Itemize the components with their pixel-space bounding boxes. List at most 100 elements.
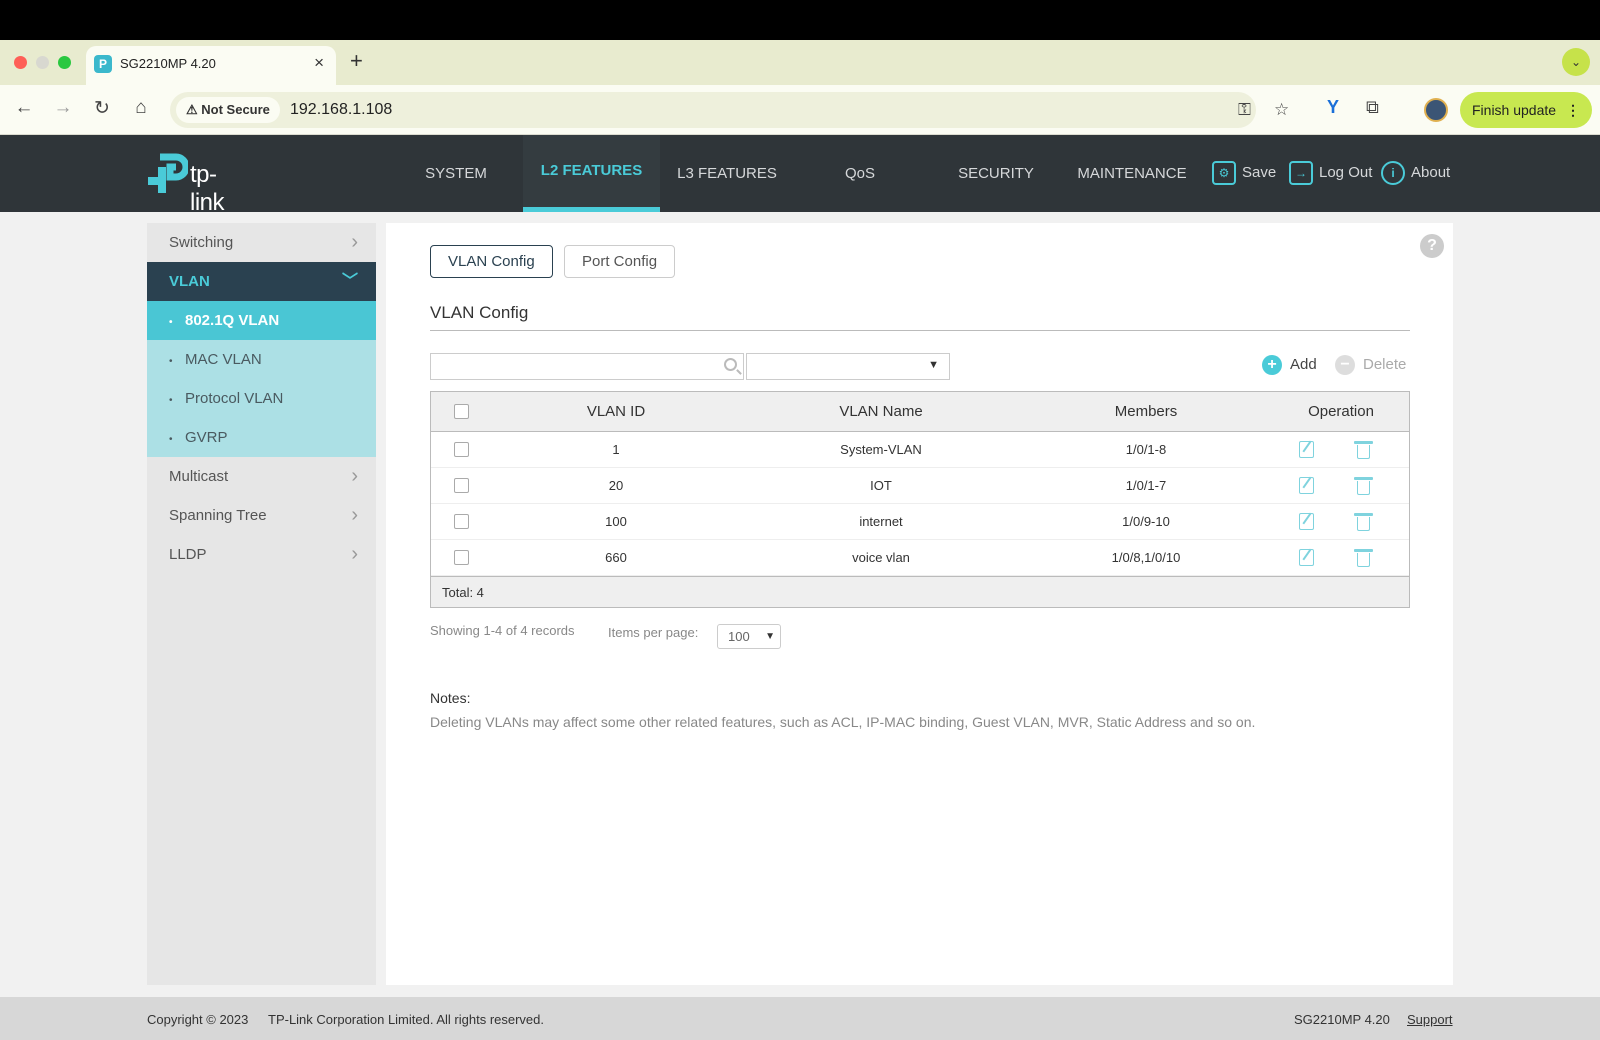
filter-select[interactable]: ▼ [746,353,950,380]
nav-maintenance[interactable]: MAINTENANCE [1073,135,1191,212]
add-label: Add [1290,356,1317,373]
table-total: Total: 4 [431,576,1409,607]
sidebar-item-label: LLDP [169,546,207,563]
star-icon[interactable]: ☆ [1274,100,1289,120]
section-title: VLAN Config [430,303,529,322]
row-checkbox[interactable] [453,514,469,529]
nav-l2-features[interactable]: L2 FEATURES [523,135,660,212]
address-bar[interactable]: ⚠ Not Secure 192.168.1.108 ⚿ ☆ [170,92,1289,128]
puzzle-icon[interactable]: ⧉ [1366,97,1379,118]
about-button[interactable]: i About [1381,159,1450,187]
trash-icon[interactable] [1353,440,1373,459]
vlan-id-cell: 100 [605,514,627,529]
sidebar-item-protocol-vlan[interactable]: • Protocol VLAN [147,379,376,418]
delete-label: Delete [1363,356,1407,373]
header-members[interactable]: Members [1021,392,1271,431]
tab-port-config[interactable]: Port Config [564,245,676,278]
select-all-checkbox[interactable] [453,404,469,419]
trash-icon[interactable] [1353,548,1373,567]
sidebar-item-multicast[interactable]: Multicast › [147,457,376,496]
row-checkbox[interactable] [453,478,469,493]
help-icon[interactable]: ? [1420,234,1444,258]
vlan-id-cell: 20 [608,478,624,493]
items-per-page-label: Items per page: [608,625,699,640]
browser-toolbar: ← → ↻ ⌂ ⚠ Not Secure 192.168.1.108 ⚿ ☆ Y… [0,85,1600,135]
plus-icon: + [1262,355,1282,376]
sidebar-subitem-label: MAC VLAN [185,351,262,368]
add-button[interactable]: + Add [1262,353,1317,377]
tab-title: SG2210MP 4.20 [120,56,216,71]
checkbox-cell [431,468,491,503]
bullet-icon: • [169,434,173,445]
close-window-button[interactable] [14,56,27,69]
edit-cell [1286,468,1326,503]
browser-tab[interactable]: P SG2210MP 4.20 × [86,46,336,85]
tab-search-chevron-icon[interactable]: ⌄ [1562,48,1590,76]
table-row: 20 IOT 1/0/1-7 [431,468,1409,504]
extension-y-icon[interactable]: Y [1327,97,1339,118]
logout-button[interactable]: → Log Out [1289,159,1372,187]
new-tab-icon[interactable]: + [350,48,363,74]
main-content: ? VLAN Config Port Config VLAN Config ▼ … [386,223,1453,985]
table-row: 660 voice vlan 1/0/8,1/0/10 [431,540,1409,576]
menu-dots-icon[interactable]: ⋮ [1566,92,1580,128]
search-icon[interactable] [724,358,737,371]
support-link[interactable]: Support [1407,1012,1453,1027]
trash-icon[interactable] [1353,476,1373,495]
items-per-page-value: 100 [728,629,750,644]
edit-icon[interactable] [1298,477,1314,494]
records-summary: Showing 1-4 of 4 records [430,623,575,638]
sidebar-item-label: Switching [169,234,234,251]
edit-icon[interactable] [1298,441,1314,458]
url-text[interactable]: 192.168.1.108 [290,101,392,119]
search-input[interactable] [430,353,744,380]
header-vlan-name[interactable]: VLAN Name [741,392,1021,431]
security-chip[interactable]: ⚠ Not Secure [176,97,280,123]
model-text: SG2210MP 4.20 [1294,1012,1390,1027]
back-icon[interactable]: ← [11,97,37,119]
nav-security[interactable]: SECURITY [946,135,1046,212]
row-checkbox[interactable] [453,550,469,565]
sidebar-item-spanning-tree[interactable]: Spanning Tree › [147,496,376,535]
sidebar-item-switching[interactable]: Switching › [147,223,376,262]
nav-qos[interactable]: QoS [830,135,890,212]
row-checkbox[interactable] [453,442,469,457]
notes-body: Deleting VLANs may affect some other rel… [430,714,1256,730]
edit-icon[interactable] [1298,513,1314,530]
tab-vlan-config[interactable]: VLAN Config [430,245,553,278]
chevron-right-icon: › [351,543,358,565]
items-per-page-select[interactable]: 100 ▼ [717,624,781,649]
header-operation: Operation [1308,403,1374,420]
sidebar-item-mac-vlan[interactable]: • MAC VLAN [147,340,376,379]
security-label: Not Secure [201,102,270,117]
bullet-icon: • [169,395,173,406]
minimize-window-button[interactable] [36,56,49,69]
sidebar: Switching › VLAN ﹀ • 802.1Q VLAN • MAC VLA… [147,223,376,985]
trash-icon[interactable] [1353,512,1373,531]
save-button[interactable]: ⚙ Save [1212,159,1276,187]
maximize-window-button[interactable] [58,56,71,69]
edit-icon[interactable] [1298,549,1314,566]
sidebar-subitem-label: GVRP [185,429,228,446]
forward-icon[interactable]: → [50,97,76,119]
avatar[interactable] [1424,98,1448,122]
reload-icon[interactable]: ↻ [89,97,115,120]
sidebar-item-802-1q-vlan[interactable]: • 802.1Q VLAN [147,301,376,340]
minus-icon: − [1335,355,1355,376]
company-text: TP-Link Corporation Limited. All rights … [268,1012,545,1027]
key-icon[interactable]: ⚿ [1238,100,1251,120]
nav-system[interactable]: SYSTEM [408,135,504,212]
vlan-name-cell: voice vlan [852,550,910,565]
sidebar-item-gvrp[interactable]: • GVRP [147,418,376,457]
tp-link-logo-mark [148,153,188,193]
tab-close-icon[interactable]: × [314,53,324,73]
vlan-name-cell: internet [859,514,903,529]
finish-update-button[interactable]: Finish update ⋮ [1460,92,1592,128]
sidebar-item-lldp[interactable]: LLDP › [147,535,376,574]
header-vlan-id[interactable]: VLAN ID [491,392,741,431]
home-icon[interactable]: ⌂ [128,97,154,119]
sidebar-item-vlan[interactable]: VLAN ﹀ [147,262,376,301]
delete-button[interactable]: − Delete [1335,353,1406,377]
nav-l3-features[interactable]: L3 FEATURES [668,135,786,212]
members-cell: 1/0/1-8 [1125,442,1167,457]
